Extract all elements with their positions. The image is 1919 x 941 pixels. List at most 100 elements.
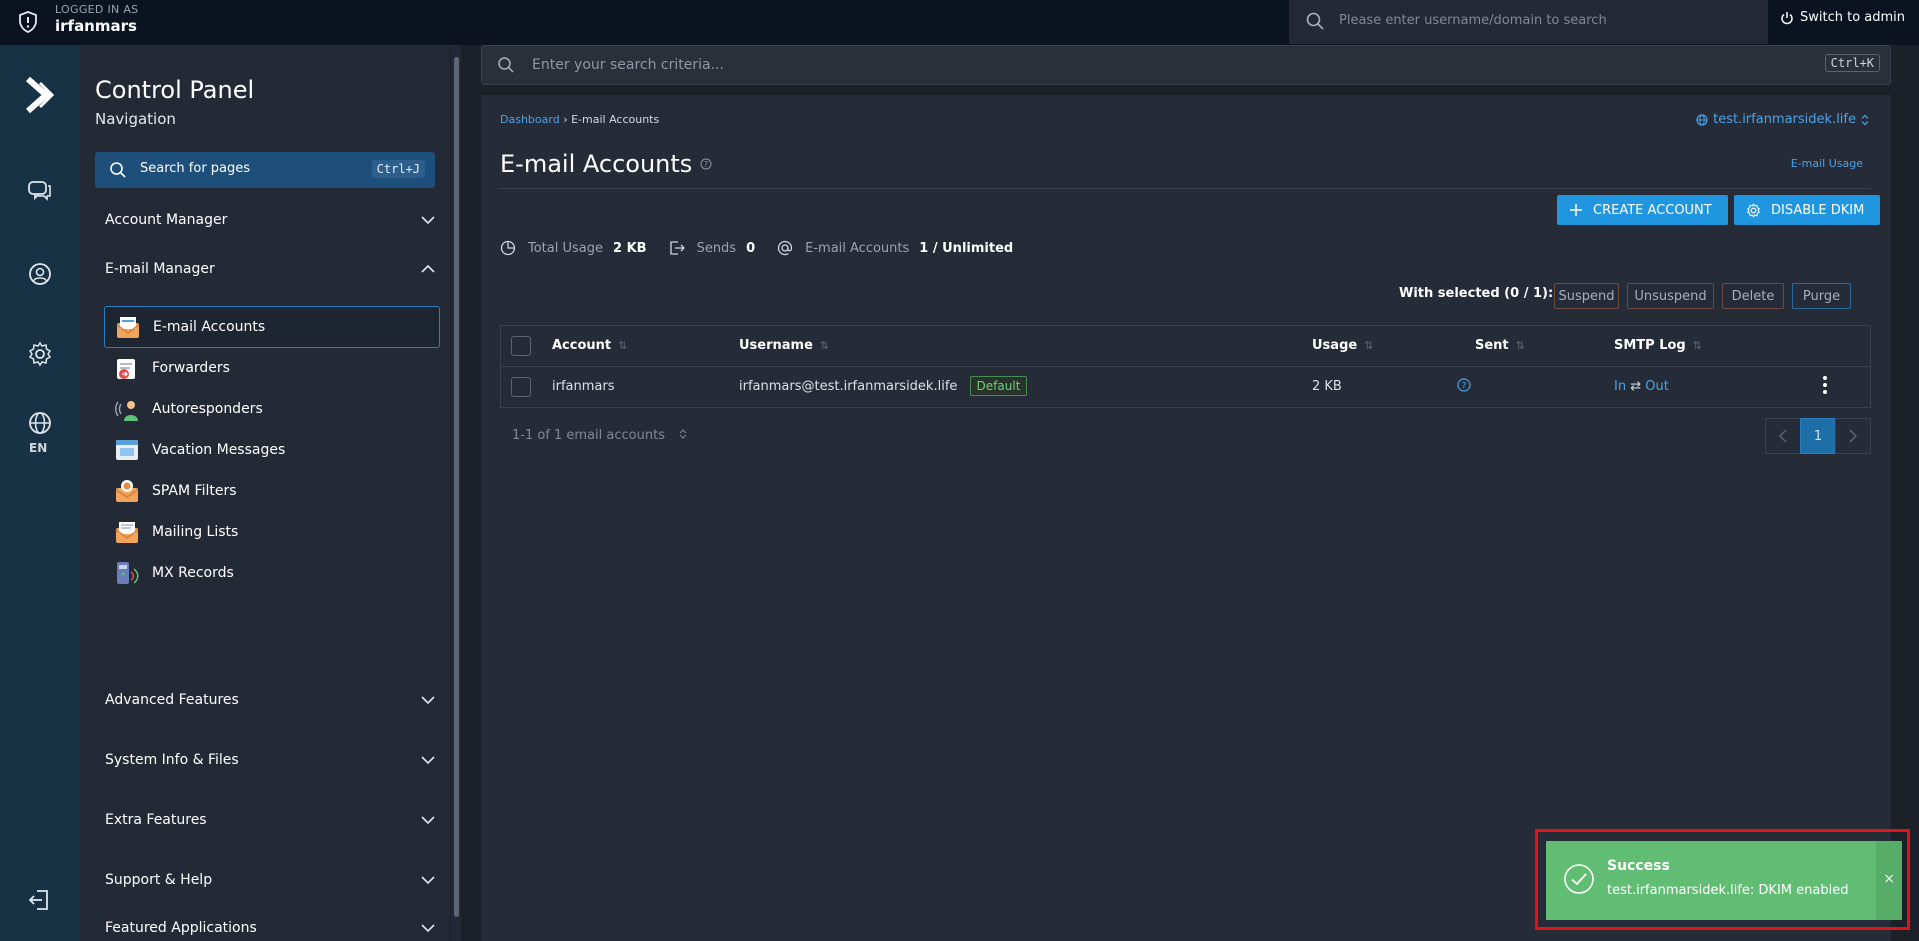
domain-selector-value: test.irfanmarsidek.life xyxy=(1713,112,1856,127)
autoresponders-icon xyxy=(115,401,138,421)
sort-icon: ⇅ xyxy=(1692,339,1702,352)
breadcrumb: Dashboard › E-mail Accounts xyxy=(500,113,659,126)
at-sign-icon xyxy=(777,240,793,256)
help-icon[interactable]: ? xyxy=(1457,378,1471,392)
sidebar-item-mailing-lists[interactable]: Mailing Lists xyxy=(104,511,440,553)
messages-icon[interactable] xyxy=(27,179,53,203)
column-header-account[interactable]: Account ⇅ xyxy=(552,338,627,353)
delete-button[interactable]: Delete xyxy=(1722,283,1784,309)
column-header-username[interactable]: Username ⇅ xyxy=(739,338,829,353)
chevron-updown-icon xyxy=(1861,114,1869,125)
scrollbar-thumb[interactable] xyxy=(454,57,459,917)
sidebar-group-label: Advanced Features xyxy=(105,692,239,708)
sidebar-group-extra-features[interactable]: Extra Features xyxy=(105,808,435,832)
domain-selector[interactable]: test.irfanmarsidek.life xyxy=(1696,112,1869,127)
disable-dkim-button[interactable]: DISABLE DKIM xyxy=(1734,195,1880,225)
sidebar-group-system-info-files[interactable]: System Info & Files xyxy=(105,748,435,772)
pagination-page-current[interactable]: 1 xyxy=(1800,418,1836,454)
sent-help-glyph: ? xyxy=(1462,382,1467,392)
sidebar-group-label: Account Manager xyxy=(105,212,228,228)
sidebar-group-email-manager[interactable]: E-mail Manager xyxy=(105,257,435,281)
sends-value: 0 xyxy=(746,240,756,256)
search-pages-shortcut: Ctrl+J xyxy=(371,160,425,178)
mx-records-icon xyxy=(117,562,139,584)
pagination-prev-button[interactable] xyxy=(1765,418,1801,454)
send-icon xyxy=(669,241,685,255)
suspend-button[interactable]: Suspend xyxy=(1554,283,1619,309)
user-domain-search-placeholder: Please enter username/domain to search xyxy=(1339,13,1607,28)
total-usage-value: 2 KB xyxy=(613,240,647,256)
account-cell[interactable]: irfanmars xyxy=(552,379,615,394)
sidebar-group-label: Support & Help xyxy=(105,872,213,888)
sidebar-item-mx-records[interactable]: MX Records xyxy=(104,552,440,594)
sidebar-item-forwarders[interactable]: Forwarders xyxy=(104,347,440,389)
unsuspend-button[interactable]: Unsuspend xyxy=(1627,283,1714,309)
sidebar-group-advanced-features[interactable]: Advanced Features xyxy=(105,688,435,712)
help-icon[interactable]: ? xyxy=(700,158,712,170)
select-all-checkbox[interactable] xyxy=(511,336,531,356)
language-selector[interactable]: EN xyxy=(29,441,47,455)
close-icon[interactable]: × xyxy=(1883,871,1895,887)
column-header-smtp-log[interactable]: SMTP Log ⇅ xyxy=(1614,338,1702,353)
smtp-out-link[interactable]: Out xyxy=(1645,379,1669,394)
default-badge: Default xyxy=(969,376,1028,396)
switch-to-admin-button[interactable]: Switch to admin xyxy=(1780,10,1905,25)
email-usage-link[interactable]: E-mail Usage xyxy=(1791,157,1863,170)
smtp-separator-icon: ⇄ xyxy=(1630,379,1642,394)
sidebar-item-label: Mailing Lists xyxy=(152,524,239,540)
sent-cell[interactable]: ? xyxy=(1457,378,1471,396)
column-header-usage[interactable]: Usage ⇅ xyxy=(1312,338,1373,353)
sort-icon: ⇅ xyxy=(819,339,830,352)
main-search-shortcut: Ctrl+K xyxy=(1824,54,1880,72)
sidebar-group-label: Featured Applications xyxy=(105,920,257,936)
chevron-down-icon xyxy=(421,216,435,225)
user-icon[interactable] xyxy=(27,261,53,287)
create-account-button[interactable]: CREATE ACCOUNT xyxy=(1557,195,1728,225)
gear-icon[interactable] xyxy=(27,341,53,367)
svg-text:?: ? xyxy=(704,160,708,169)
chevron-updown-icon xyxy=(679,429,687,439)
sidebar-group-support-help[interactable]: Support & Help xyxy=(105,868,435,892)
breadcrumb-dashboard-link[interactable]: Dashboard xyxy=(500,113,560,126)
chevron-down-icon xyxy=(421,816,435,825)
purge-button[interactable]: Purge xyxy=(1792,283,1851,309)
vacation-messages-icon xyxy=(116,440,138,460)
chevron-right-icon xyxy=(1849,429,1857,443)
main-search-input[interactable]: Enter your search criteria... Ctrl+K xyxy=(481,45,1891,85)
search-icon xyxy=(1306,12,1324,30)
sidebar-item-label: Forwarders xyxy=(152,360,230,376)
column-header-sent[interactable]: Sent ⇅ xyxy=(1475,338,1525,353)
globe-icon[interactable] xyxy=(27,410,53,436)
pagination-summary[interactable]: 1-1 of 1 email accounts xyxy=(512,428,687,443)
logout-icon[interactable] xyxy=(27,887,53,913)
pagination: 1 xyxy=(1765,418,1871,454)
sends-label: Sends xyxy=(696,240,737,256)
sidebar-item-label: Autoresponders xyxy=(152,401,263,417)
sidebar-item-vacation-messages[interactable]: Vacation Messages xyxy=(104,429,440,471)
sidebar-group-account-manager[interactable]: Account Manager xyxy=(105,208,435,232)
column-header-label: Account xyxy=(552,338,612,353)
sidebar-item-spam-filters[interactable]: SPAM Filters xyxy=(104,470,440,512)
email-accounts-table: Account ⇅ Username ⇅ Usage ⇅ Sent ⇅ SMTP… xyxy=(500,325,1871,408)
success-toast: Success test.irfanmarsidek.life: DKIM en… xyxy=(1546,841,1902,920)
search-pages-button[interactable]: Search for pages Ctrl+J xyxy=(95,152,435,188)
pagination-next-button[interactable] xyxy=(1835,418,1871,454)
logged-in-username: irfanmars xyxy=(55,17,137,35)
column-header-label: Usage xyxy=(1312,338,1358,353)
app-logo-icon[interactable] xyxy=(20,75,60,115)
disable-dkim-label: DISABLE DKIM xyxy=(1771,202,1865,218)
chevron-down-icon xyxy=(421,876,435,885)
username-value: irfanmars@test.irfanmarsidek.life xyxy=(739,379,958,394)
user-domain-search[interactable]: Please enter username/domain to search xyxy=(1289,0,1768,44)
chevron-down-icon xyxy=(421,696,435,705)
sidebar-scrollbar[interactable] xyxy=(451,45,461,941)
smtp-in-link[interactable]: In xyxy=(1614,379,1626,394)
row-checkbox[interactable] xyxy=(511,377,531,397)
sidebar-item-autoresponders[interactable]: Autoresponders xyxy=(104,388,440,430)
column-header-label: Sent xyxy=(1475,338,1509,353)
page-title: E-mail Accounts ? xyxy=(500,150,712,178)
sidebar-item-email-accounts[interactable]: E-mail Accounts xyxy=(104,306,440,348)
sidebar-item-label: E-mail Accounts xyxy=(153,319,266,335)
row-menu-icon[interactable] xyxy=(1822,375,1828,395)
sidebar-group-featured-applications[interactable]: Featured Applications xyxy=(105,916,435,940)
